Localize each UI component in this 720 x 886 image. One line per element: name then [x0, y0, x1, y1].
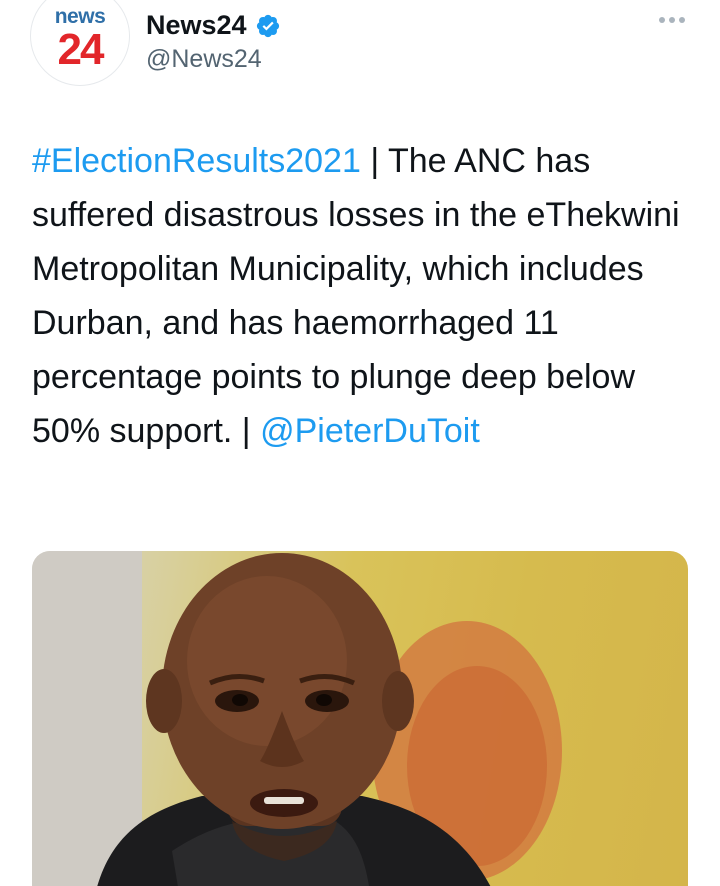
- tweet-body: | The ANC has suffered disastrous losses…: [32, 142, 680, 450]
- author-name-row: News24: [146, 10, 281, 41]
- verified-badge-icon: [255, 13, 281, 39]
- tweet-photo[interactable]: [32, 551, 688, 886]
- photo-illustration: [32, 551, 562, 886]
- avatar-logo-bottom: 24: [57, 25, 105, 74]
- author-display-name[interactable]: News24: [146, 10, 247, 41]
- profile-avatar[interactable]: news 24: [30, 0, 130, 86]
- author-handle[interactable]: @News24: [146, 45, 262, 74]
- mention-link[interactable]: @PieterDuToit: [260, 412, 480, 450]
- tweet: news 24 News24 @News24 #ElectionResults2…: [0, 0, 720, 886]
- tweet-text: #ElectionResults2021 | The ANC has suffe…: [32, 134, 702, 458]
- more-options-icon[interactable]: [656, 12, 688, 28]
- hashtag-link[interactable]: #ElectionResults2021: [32, 142, 361, 180]
